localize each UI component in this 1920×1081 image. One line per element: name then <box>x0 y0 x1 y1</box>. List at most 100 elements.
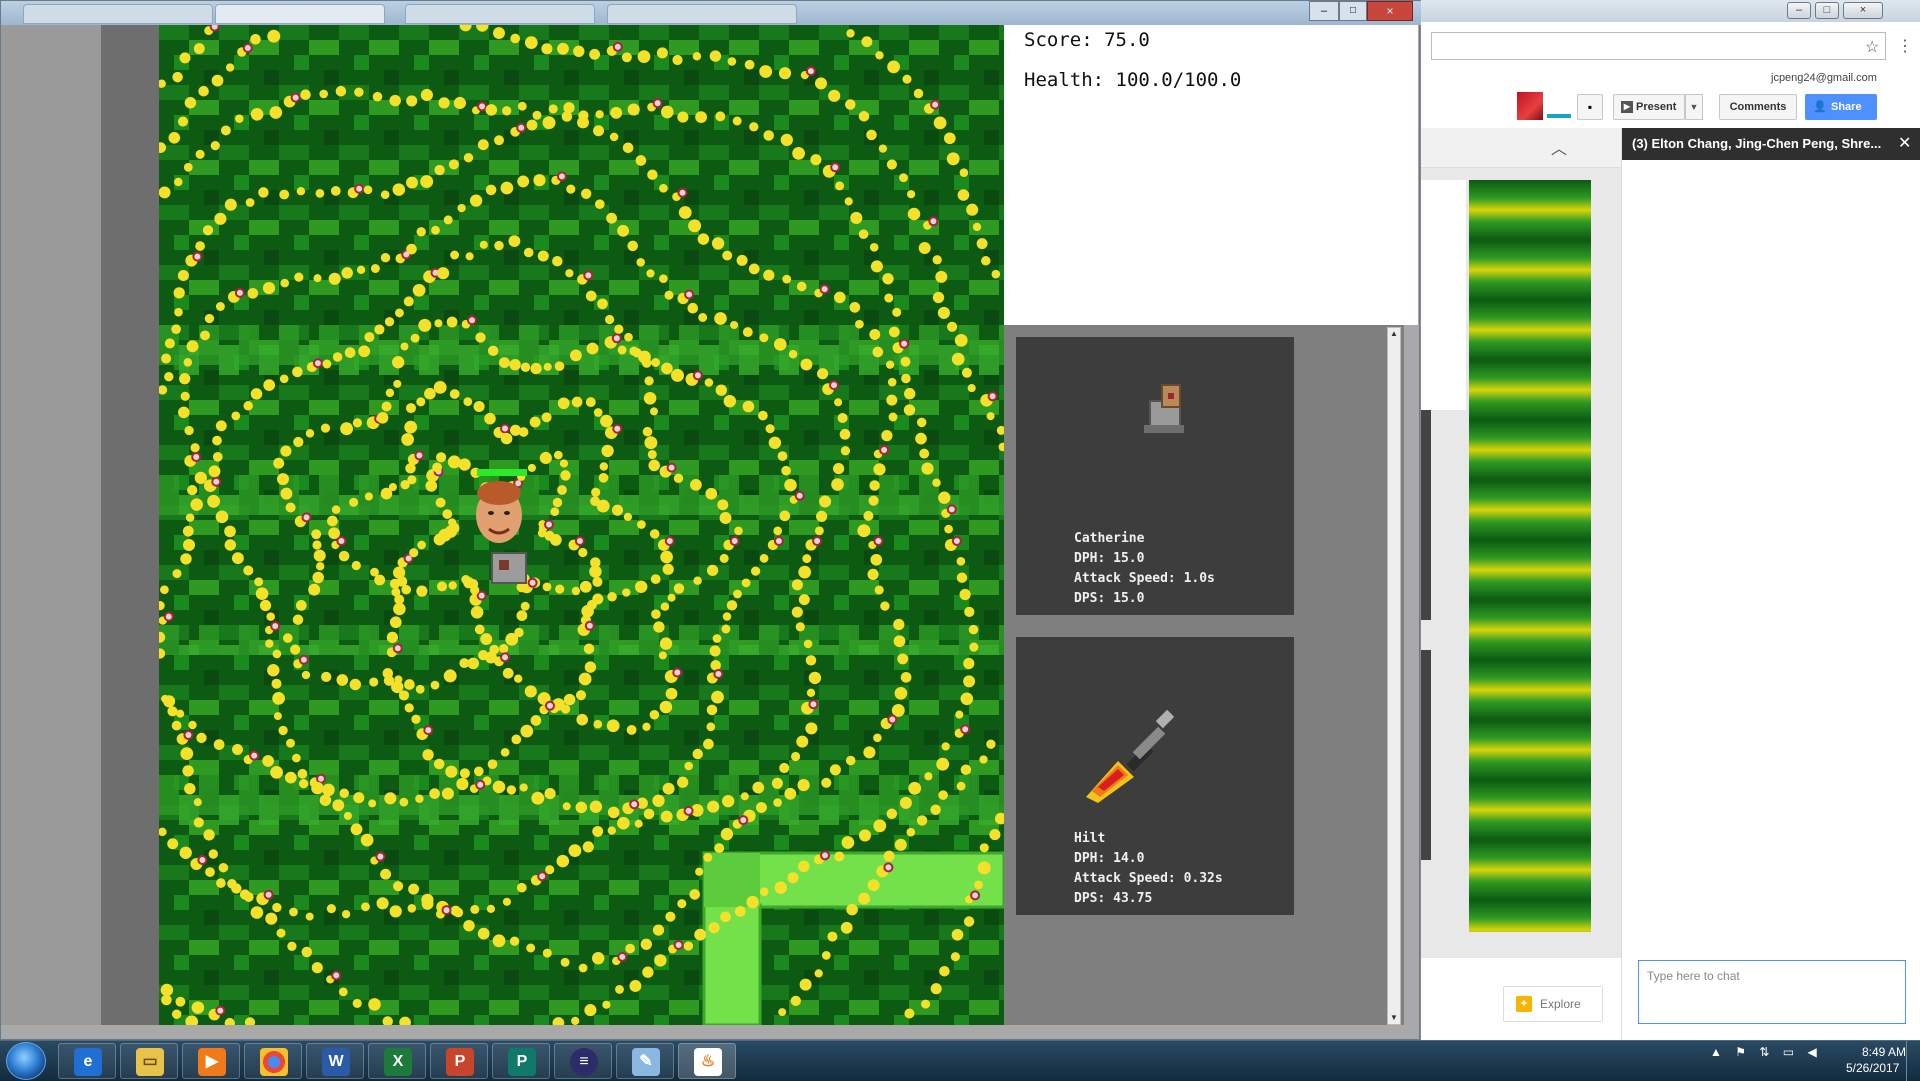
bullet <box>575 801 588 814</box>
close-icon[interactable]: ✕ <box>1898 128 1911 160</box>
address-bar[interactable] <box>1431 32 1886 60</box>
tab[interactable] <box>405 4 595 24</box>
maximize-button[interactable]: □ <box>1339 1 1367 21</box>
bullet <box>901 373 911 384</box>
tab[interactable] <box>215 4 385 24</box>
bullet <box>712 634 722 643</box>
bullet <box>459 768 470 779</box>
bullet <box>284 771 297 784</box>
health-text: Health: 100.0/100.0 <box>1024 69 1242 91</box>
bullet <box>386 631 399 644</box>
taskbar-app[interactable]: P <box>430 1043 488 1079</box>
bullet <box>850 211 863 224</box>
flag-icon[interactable]: ⚑ <box>1735 1045 1746 1059</box>
close-button[interactable]: × <box>1843 2 1883 19</box>
maximize-button[interactable]: □ <box>1815 2 1839 19</box>
show-desktop-button[interactable] <box>1906 1041 1920 1081</box>
weapon-name: Catherine <box>1074 531 1145 546</box>
enemy-projectile <box>987 391 998 402</box>
taskbar-app[interactable]: X <box>368 1043 426 1079</box>
close-button[interactable]: × <box>1367 1 1413 21</box>
tab[interactable] <box>607 4 797 24</box>
bullet <box>719 553 729 563</box>
bullet <box>695 111 707 123</box>
bullet <box>421 897 434 910</box>
bullet <box>932 255 942 265</box>
bullet <box>394 308 404 318</box>
volume-icon[interactable]: ◀ <box>1807 1045 1816 1059</box>
taskbar-app[interactable]: ✎ <box>616 1043 674 1079</box>
bullet <box>502 897 511 906</box>
bullet <box>597 298 608 310</box>
system-tray[interactable]: ▲ ⚑ ⇅ ▭ ◀ <box>1710 1045 1850 1077</box>
taskbar-app[interactable]: ▶ <box>182 1043 240 1079</box>
bullet <box>161 353 172 364</box>
battery-icon[interactable]: ▭ <box>1783 1045 1794 1059</box>
taskbar-app[interactable]: e <box>58 1043 116 1079</box>
bullet <box>286 738 295 748</box>
present-button[interactable]: ▶ Present <box>1613 94 1685 120</box>
bullet <box>726 600 738 611</box>
bullet <box>563 693 576 706</box>
bullet <box>175 996 186 1007</box>
scroll-down-icon[interactable]: ▼ <box>1388 1012 1400 1024</box>
bullet <box>872 346 884 358</box>
show-hidden-icon[interactable]: ▲ <box>1710 1045 1722 1059</box>
bullet <box>698 313 708 322</box>
taskbar-app[interactable]: ♨ <box>678 1043 736 1079</box>
bullet <box>363 185 373 195</box>
bullet <box>384 317 395 327</box>
bullet <box>374 324 385 335</box>
start-button[interactable] <box>6 1042 46 1080</box>
clock-date[interactable]: 5/26/2017 <box>1846 1061 1899 1075</box>
explore-button[interactable]: ✦ Explore <box>1503 986 1603 1022</box>
bookmark-star-icon[interactable]: ☆ <box>1865 37 1879 57</box>
chat-input[interactable]: Type here to chat <box>1638 960 1906 1024</box>
minimize-button[interactable]: – <box>1787 2 1811 19</box>
bullet <box>369 677 379 687</box>
bullet <box>184 782 196 795</box>
bullet <box>401 433 414 446</box>
bullet <box>530 362 542 375</box>
slide-image[interactable] <box>1469 180 1591 932</box>
bullet <box>717 499 729 511</box>
comments-button[interactable]: Comments <box>1719 94 1797 120</box>
chat-toggle-button[interactable]: ▪ <box>1577 94 1603 120</box>
minimize-button[interactable]: – <box>1309 1 1339 21</box>
taskbar-app[interactable]: ≡ <box>554 1043 612 1079</box>
taskbar-app[interactable] <box>244 1043 302 1079</box>
account-email[interactable]: jcpeng24@gmail.com <box>1771 72 1877 84</box>
weapon-card[interactable]: Catherine DPH: 15.0 Attack Speed: 1.0s D… <box>1016 337 1294 615</box>
share-button[interactable]: 👤 Share <box>1805 94 1877 120</box>
network-icon[interactable]: ⇅ <box>1759 1045 1769 1059</box>
bullet <box>673 583 685 594</box>
bullet <box>408 883 420 895</box>
weapon-card[interactable]: Hilt DPH: 14.0 Attack Speed: 0.32s DPS: … <box>1016 637 1294 915</box>
collapse-icon[interactable]: ︿ <box>1551 135 1567 159</box>
scroll-up-icon[interactable]: ▲ <box>1388 328 1400 340</box>
bullet <box>578 110 589 121</box>
taskbar-app[interactable]: ▭ <box>120 1043 178 1079</box>
bullet <box>918 241 931 255</box>
game-scene <box>159 25 1004 1025</box>
clock-time[interactable]: 8:49 AM <box>1862 1045 1906 1059</box>
game-canvas[interactable] <box>159 25 1004 1025</box>
bullet <box>500 747 510 757</box>
bullet <box>654 954 667 967</box>
present-dropdown-button[interactable]: ▼ <box>1685 94 1703 120</box>
taskbar-app[interactable]: P <box>492 1043 550 1079</box>
tab[interactable] <box>23 4 213 24</box>
bullet <box>623 512 633 522</box>
bullet <box>660 810 673 823</box>
menu-icon[interactable]: ⋮ <box>1897 36 1913 56</box>
bullet <box>736 254 748 266</box>
bullet <box>487 759 498 770</box>
bullet <box>262 282 276 295</box>
bullet <box>183 358 193 367</box>
taskbar-app[interactable]: W <box>306 1043 364 1079</box>
bullet <box>935 270 948 283</box>
avatar[interactable] <box>1517 92 1543 120</box>
inventory-scrollbar[interactable]: ▲ ▼ <box>1387 327 1401 1025</box>
bullet <box>159 186 171 199</box>
bullet <box>450 905 461 917</box>
